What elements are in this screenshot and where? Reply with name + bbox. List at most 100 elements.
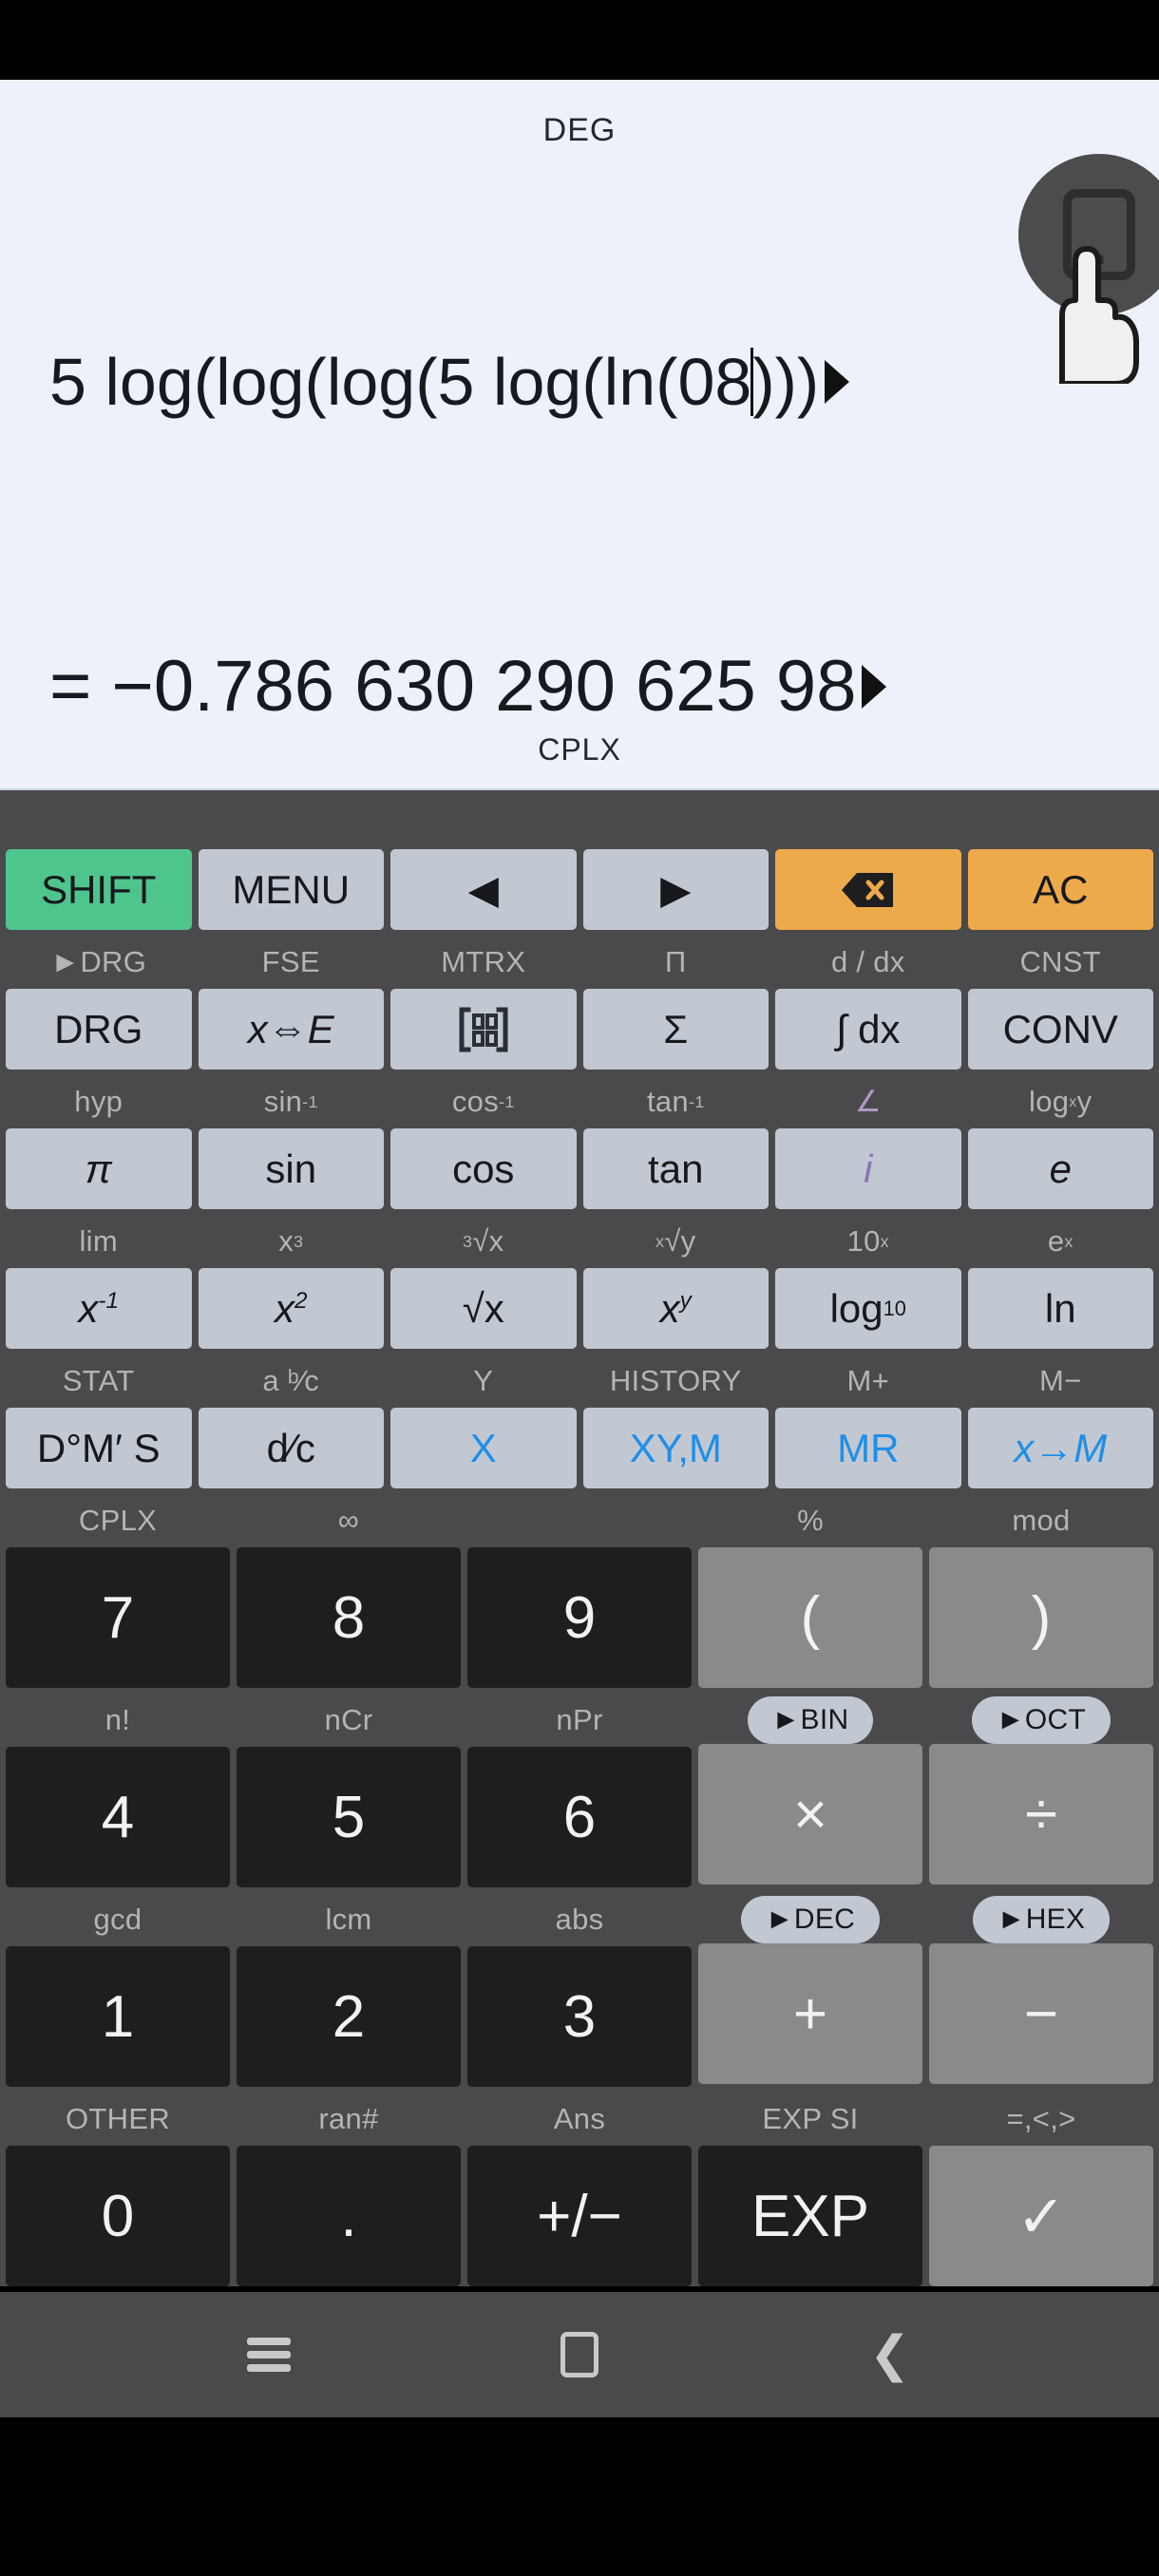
key-pi[interactable]: π <box>6 1128 192 1209</box>
key-cell-store-to-memory: M− x→M <box>967 1354 1153 1488</box>
key-digit-7[interactable]: 7 <box>6 1547 230 1688</box>
shift-label-multiply[interactable]: ►BIN <box>747 1696 874 1744</box>
key-degrees-minutes-seconds[interactable]: D°M′ S <box>6 1408 192 1488</box>
shift-label-divide[interactable]: ►OCT <box>971 1696 1112 1744</box>
shift-label-digit-7: CPLX <box>78 1504 158 1537</box>
key-sin[interactable]: sin <box>198 1128 384 1209</box>
key-power[interactable]: xy <box>582 1268 769 1349</box>
row-trig: hyp π sin -1 sin cos -1 cos tan -1 tan ∠ i log x ye <box>6 1075 1153 1209</box>
result-line[interactable]: = −0.786 630 290 625 98 <box>0 645 1159 728</box>
key-drg[interactable]: DRG <box>6 989 192 1070</box>
key-sigma[interactable]: Σ <box>582 989 769 1070</box>
key-plus[interactable]: + <box>698 1943 922 2084</box>
back-icon[interactable]: ❮ <box>862 2326 919 2383</box>
key-digit-0[interactable]: 0 <box>6 2146 230 2286</box>
shift-label-plus[interactable]: ►DEC <box>740 1896 881 1943</box>
shift-label-cos: cos -1 <box>451 1085 515 1118</box>
row-456: n! 4 nCr 5 nPr 6 ►BIN × ►OCT ÷ <box>6 1694 1153 1887</box>
recents-icon[interactable] <box>240 2326 297 2383</box>
key-digit-4[interactable]: 4 <box>6 1747 230 1887</box>
shift-label-paren-open: % <box>797 1504 824 1537</box>
key-square-root[interactable]: √x <box>390 1268 577 1349</box>
key-backspace[interactable] <box>775 849 961 930</box>
key-cell-digit-8: ∞ 8 <box>237 1494 461 1688</box>
key-all-clear[interactable]: AC <box>967 849 1153 930</box>
shift-label-digit-4: n! <box>104 1703 131 1736</box>
key-digit-5[interactable]: 5 <box>237 1747 461 1887</box>
key-digit-9[interactable]: 9 <box>467 1547 692 1688</box>
key-cursor-left[interactable]: ◀ <box>390 849 577 930</box>
key-variable-xym[interactable]: XY,M <box>582 1408 769 1488</box>
key-log-base-10[interactable]: log 10 <box>775 1268 961 1349</box>
shift-label-digit-8: ∞ <box>337 1504 360 1537</box>
key-natural-log[interactable]: ln <box>967 1268 1153 1349</box>
key-cos[interactable]: cos <box>390 1128 577 1209</box>
key-cell-fraction-dc: a ᵇ⁄c d⁄c <box>198 1354 384 1488</box>
shift-label-digit-0: OTHER <box>66 2102 170 2135</box>
key-digit-8[interactable]: 8 <box>237 1547 461 1688</box>
key-cell-cos: cos -1 cos <box>390 1075 577 1209</box>
row-memory: STAT D°M′ Sa ᵇ⁄c d⁄c Y X HISTORY XY,M M+ MR M− x→M <box>6 1354 1153 1488</box>
shift-label-tan: tan -1 <box>646 1085 705 1118</box>
key-cell-plus: ►DEC + <box>698 1893 922 2087</box>
shift-label-reciprocal: lim <box>79 1224 118 1258</box>
shift-label-digit-6: nPr <box>556 1703 603 1736</box>
shift-label-power: x √y <box>656 1224 696 1258</box>
key-exponent[interactable]: EXP <box>698 2146 922 2286</box>
result-overflow-arrow-icon[interactable] <box>862 664 887 709</box>
key-variable-x[interactable]: X <box>390 1408 577 1488</box>
key-sign-toggle[interactable]: +/− <box>467 2146 692 2286</box>
shift-label-digit-9 <box>467 1494 692 1547</box>
key-euler-e[interactable]: e <box>967 1128 1153 1209</box>
key-tan[interactable]: tan <box>582 1128 769 1209</box>
key-digit-6[interactable]: 6 <box>467 1747 692 1887</box>
home-icon[interactable] <box>551 2326 608 2383</box>
key-imaginary-unit[interactable]: i <box>775 1128 961 1209</box>
calculator-display[interactable]: DEG 5 log(log(log(5 log(ln(08 ))) = −0.7… <box>0 80 1159 790</box>
shift-label-degrees-minutes-seconds: STAT <box>62 1364 135 1397</box>
key-x-to-e[interactable]: x⇔E <box>198 989 384 1070</box>
key-equals[interactable]: ✓ <box>929 2146 1153 2286</box>
key-cell-digit-6: nPr 6 <box>467 1694 692 1887</box>
key-cell-multiply: ►BIN × <box>698 1694 922 1887</box>
keypad: SHIFT MENU ◀ ▶ AC ►DRG DRG FSE x⇔E MTRX Π Σd / dx ∫ … <box>0 790 1159 2286</box>
key-reciprocal[interactable]: x-1 <box>6 1268 192 1349</box>
key-convert[interactable]: CONV <box>967 989 1153 1070</box>
key-cell-exponent: EXP SI EXP <box>698 2093 922 2286</box>
key-shift[interactable]: SHIFT <box>6 849 192 930</box>
key-multiply[interactable]: × <box>698 1744 922 1885</box>
phone-screen-icon <box>1018 154 1159 315</box>
key-fraction-dc[interactable]: d⁄c <box>198 1408 384 1488</box>
key-digit-2[interactable]: 2 <box>237 1946 461 2087</box>
key-digit-3[interactable]: 3 <box>467 1946 692 2087</box>
key-cursor-right[interactable]: ▶ <box>582 849 769 930</box>
shift-label-minus[interactable]: ►HEX <box>972 1896 1111 1943</box>
key-cell-convert: CNST CONV <box>967 936 1153 1070</box>
shift-label-imaginary-unit: ∠ <box>854 1085 882 1118</box>
key-digit-1[interactable]: 1 <box>6 1946 230 2087</box>
key-cell-square-root: 3 √x √x <box>390 1215 577 1349</box>
key-decimal-point[interactable]: . <box>237 2146 461 2286</box>
status-bar <box>0 0 1159 80</box>
key-divide[interactable]: ÷ <box>929 1744 1153 1885</box>
row-123: gcd 1 lcm 2 abs 3 ►DEC + ►HEX − <box>6 1893 1153 2087</box>
key-cell-digit-7: CPLX 7 <box>6 1494 230 1688</box>
shift-label-cursor-right <box>583 796 770 849</box>
expression-overflow-arrow-icon[interactable] <box>825 360 850 404</box>
key-cell-digit-4: n! 4 <box>6 1694 230 1887</box>
key-matrix[interactable] <box>390 989 577 1070</box>
key-cell-digit-2: lcm 2 <box>237 1893 461 2087</box>
key-integral[interactable]: ∫ dx <box>775 989 961 1070</box>
key-cell-tan: tan -1 tan <box>582 1075 769 1209</box>
expression-line[interactable]: 5 log(log(log(5 log(ln(08 ))) <box>0 344 1159 420</box>
key-minus[interactable]: − <box>929 1943 1153 2084</box>
key-paren-close[interactable]: ) <box>929 1547 1153 1688</box>
key-square[interactable]: x2 <box>198 1268 384 1349</box>
shift-label-drg: ►DRG <box>50 945 147 978</box>
key-menu[interactable]: MENU <box>198 849 384 930</box>
key-paren-open[interactable]: ( <box>698 1547 922 1688</box>
shift-label-sin: sin -1 <box>263 1085 318 1118</box>
key-store-to-memory[interactable]: x→M <box>967 1408 1153 1488</box>
key-memory-recall[interactable]: MR <box>775 1408 961 1488</box>
key-cell-variable-x: YX <box>390 1354 577 1488</box>
